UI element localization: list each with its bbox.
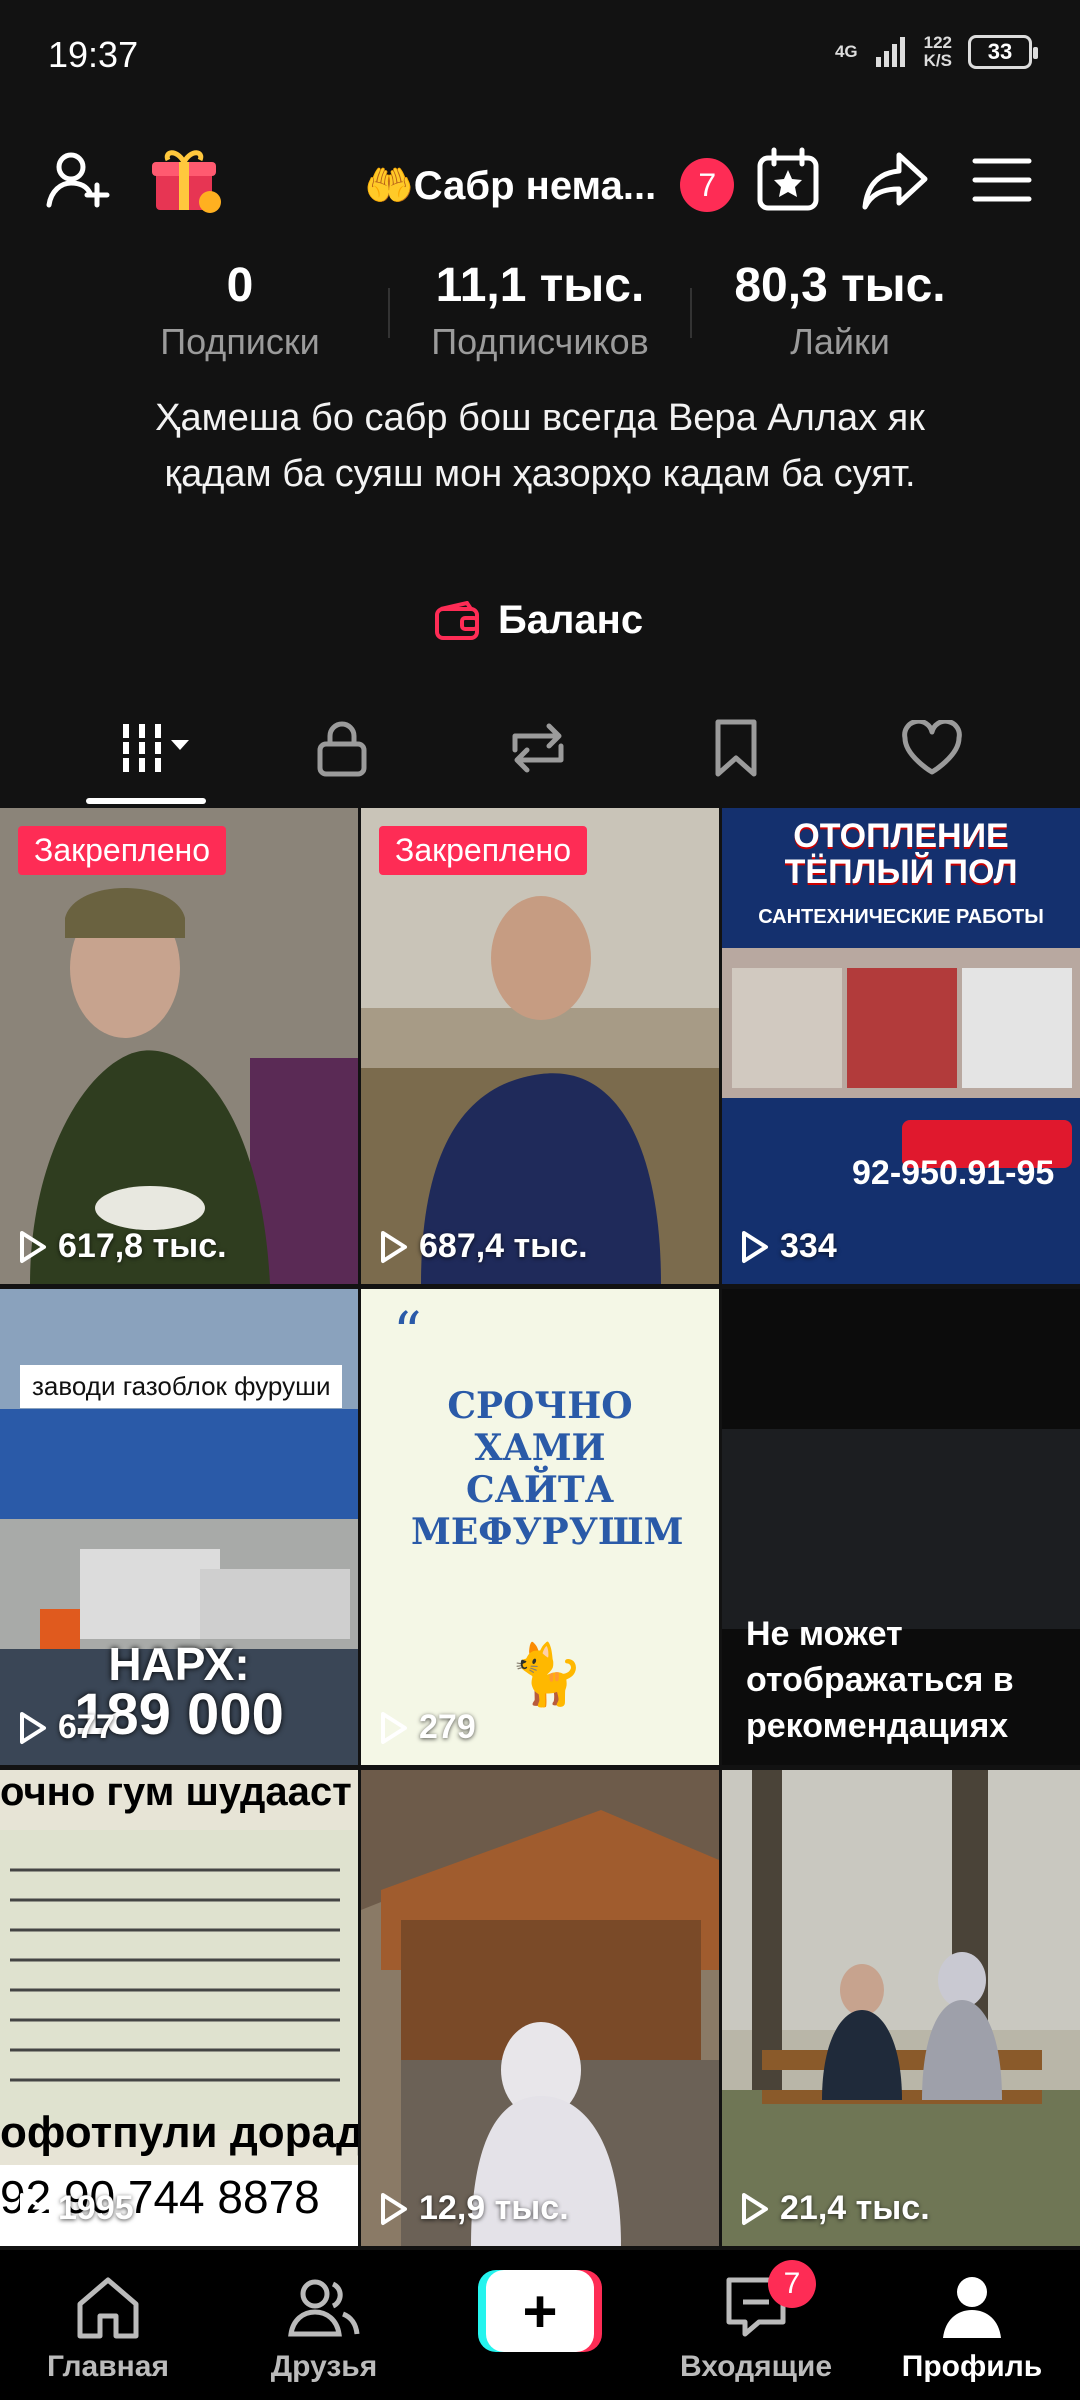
- status-bar: 19:37 4G 122 K/S 33: [0, 0, 1080, 110]
- video-thumbnail[interactable]: ОТОПЛЕНИЕ ТЁПЛЫЙ ПОЛ САНТЕХНИЧЕСКИЕ РАБО…: [722, 808, 1080, 1284]
- ad-phone: 92-950.91-95: [852, 1154, 1055, 1192]
- tab-videos[interactable]: [86, 700, 206, 796]
- cat-emoji-icon: 🐈: [509, 1641, 584, 1708]
- play-icon: [742, 2192, 768, 2225]
- view-count: 1995: [18, 2189, 134, 2228]
- add-friend-icon[interactable]: [38, 140, 118, 220]
- menu-icon[interactable]: [962, 140, 1042, 220]
- status-icons: 4G 122 K/S 33: [834, 33, 1038, 70]
- video-image: [361, 1770, 719, 2246]
- video-thumbnail[interactable]: 21,4 тыс.: [722, 1770, 1080, 2246]
- calendar-star-icon[interactable]: [748, 140, 828, 220]
- nav-friends[interactable]: Друзья: [224, 2250, 424, 2400]
- quote-text: СРОЧНО ХАМИ САЙТА МЕФУРУШМ: [411, 1385, 684, 1553]
- status-time: 19:37: [48, 34, 139, 75]
- inbox-badge: 7: [768, 2260, 816, 2308]
- play-icon: [20, 1711, 46, 1744]
- network-speed: 122 K/S: [923, 33, 952, 70]
- pinned-badge: Закреплено: [18, 826, 226, 875]
- bottom-navigation: Главная Друзья + 7 Входящие Профиль: [0, 2250, 1080, 2400]
- video-thumbnail[interactable]: очно гум шудааст офотпули дорад 92 90 74…: [0, 1770, 358, 2246]
- quote-icon: “: [393, 1301, 422, 1366]
- profile-header: 🤲Сабр нема... 7: [0, 140, 1080, 240]
- play-icon: [20, 2192, 46, 2225]
- wallet-icon: [435, 600, 479, 640]
- nav-home[interactable]: Главная: [8, 2250, 208, 2400]
- plus-icon: +: [486, 2270, 594, 2352]
- play-icon: [20, 1230, 46, 1263]
- bookmark-icon: [715, 719, 757, 777]
- following-stat[interactable]: 0 Подписки: [130, 258, 350, 363]
- network-type: 4G: [834, 42, 858, 61]
- video-caption: заводи газоблок фуруши: [20, 1365, 343, 1408]
- content-tabs: [0, 700, 1080, 806]
- play-icon: [742, 1230, 768, 1263]
- restricted-notice: Не может отображаться в рекомендациях: [746, 1615, 1014, 1745]
- view-count: 617,8 тыс.: [18, 1227, 227, 1266]
- tab-liked[interactable]: [872, 700, 992, 796]
- play-icon: [381, 1230, 407, 1263]
- video-thumbnail[interactable]: “ СРОЧНО ХАМИ САЙТА МЕФУРУШМ 🐈 279: [361, 1289, 719, 1765]
- divider: [690, 288, 692, 338]
- divider: [388, 288, 390, 338]
- view-count: 334: [740, 1227, 837, 1266]
- pinned-badge: Закреплено: [379, 826, 587, 875]
- battery-icon: 33: [968, 35, 1038, 69]
- video-thumbnail[interactable]: Закреплено 687,4 тыс.: [361, 808, 719, 1284]
- heart-icon: [902, 720, 962, 775]
- active-tab-indicator: [86, 798, 206, 804]
- ad-subtitle: САНТЕХНИЧЕСКИЕ РАБОТЫ: [758, 906, 1044, 928]
- repost-icon: [512, 723, 564, 773]
- username-dropdown[interactable]: 🤲Сабр нема... 7: [364, 158, 735, 212]
- profile-icon: [943, 2277, 1001, 2338]
- balance-button[interactable]: Баланс: [434, 598, 643, 643]
- likes-stat[interactable]: 80,3 тыс. Лайки: [700, 258, 980, 363]
- video-thumbnail[interactable]: заводи газоблок фуруши НАРХ: 189 000 677: [0, 1289, 358, 1765]
- nav-inbox[interactable]: 7 Входящие: [656, 2250, 856, 2400]
- create-button[interactable]: +: [478, 2270, 602, 2352]
- tab-saved[interactable]: [676, 700, 796, 796]
- view-count: 677: [18, 1708, 115, 1747]
- view-count: 12,9 тыс.: [379, 2189, 569, 2228]
- play-icon: [381, 1711, 407, 1744]
- followers-stat[interactable]: 11,1 тыс. Подписчиков: [400, 258, 680, 363]
- friends-icon: [288, 2279, 360, 2337]
- view-count: 687,4 тыс.: [379, 1227, 588, 1266]
- share-icon[interactable]: [854, 140, 934, 220]
- view-count: 21,4 тыс.: [740, 2189, 930, 2228]
- profile-bio: Ҳамеша бо сабр бош всегда Вера Аллах як …: [155, 397, 925, 495]
- lock-icon: [317, 721, 367, 777]
- caption-top: очно гум шудааст: [0, 1770, 352, 1814]
- notification-badge: 7: [680, 158, 735, 212]
- tab-reposts[interactable]: [478, 700, 598, 796]
- ad-title: ОТОПЛЕНИЕ ТЁПЛЫЙ ПОЛ: [784, 817, 1018, 891]
- gift-icon[interactable]: [146, 140, 226, 220]
- nav-profile[interactable]: Профиль: [872, 2250, 1072, 2400]
- signal-icon: [875, 37, 905, 67]
- view-count: 279: [379, 1708, 476, 1747]
- video-image: [722, 1770, 1080, 2246]
- display-name[interactable]: 🤲Сабр нема...: [364, 162, 656, 209]
- video-image: [361, 808, 719, 1284]
- home-icon: [77, 2277, 139, 2339]
- profile-stats: 0 Подписки 11,1 тыс. Подписчиков 80,3 ты…: [0, 258, 1080, 368]
- grid-dropdown-icon: [123, 724, 189, 772]
- video-thumbnail[interactable]: Не может отображаться в рекомендациях: [722, 1289, 1080, 1765]
- play-icon: [381, 2192, 407, 2225]
- caption-bottom: офотпули дорад: [0, 2108, 358, 2157]
- video-thumbnail[interactable]: 12,9 тыс.: [361, 1770, 719, 2246]
- video-image: [722, 1429, 1080, 1629]
- video-image: [0, 808, 358, 1284]
- video-thumbnail[interactable]: Закреплено 617,8 тыс.: [0, 808, 358, 1284]
- tab-private[interactable]: [282, 700, 402, 796]
